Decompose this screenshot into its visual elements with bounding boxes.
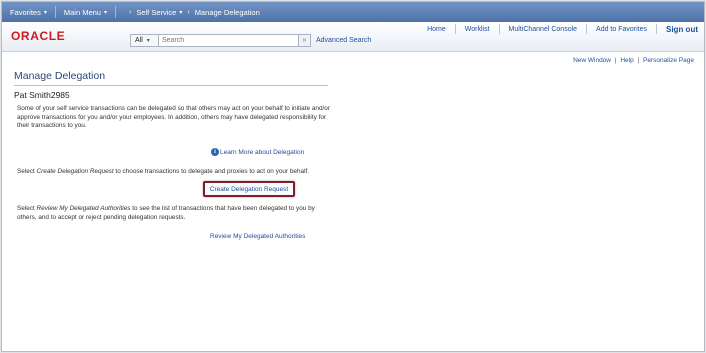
- create-instruction-pre: Select: [17, 168, 37, 175]
- main-menu-label: Main Menu: [63, 7, 101, 17]
- search-bar: All ▾ » Advanced Search: [130, 34, 371, 47]
- breadcrumb-arrow-icon: ›: [128, 8, 132, 16]
- create-instruction-text: Select Create Delegation Request to choo…: [17, 168, 335, 177]
- create-delegation-request-highlight[interactable]: Create Delegation Request: [203, 181, 295, 197]
- review-instruction-text: Select Review My Delegated Authorities t…: [17, 205, 335, 222]
- top-nav-bar: Favorites ▾ Main Menu ▾ › Self Service ▾…: [2, 2, 704, 22]
- search-go-button[interactable]: »: [299, 34, 311, 47]
- oracle-logo: ORACLE: [11, 29, 66, 43]
- link-separator: |: [637, 57, 640, 64]
- user-name: Pat Smith2985: [14, 90, 70, 100]
- advanced-search-link[interactable]: Advanced Search: [316, 37, 371, 44]
- breadcrumb: › Self Service ▾ › Manage Delegation: [116, 2, 268, 22]
- sign-out-link[interactable]: Sign out: [657, 25, 698, 34]
- breadcrumb-self-service[interactable]: Self Service: [136, 8, 176, 17]
- main-menu[interactable]: Main Menu ▾: [56, 2, 115, 22]
- learn-more-label: Learn More about Delegation: [220, 148, 305, 156]
- help-link[interactable]: Help: [620, 57, 633, 64]
- browser-frame: Favorites ▾ Main Menu ▾ › Self Service ▾…: [1, 1, 705, 352]
- chevron-down-icon: ▾: [146, 38, 150, 44]
- chevron-down-icon[interactable]: ▾: [179, 9, 182, 16]
- app-header: ORACLE All ▾ » Advanced Search Home Work…: [2, 22, 704, 52]
- create-instruction-post: to choose transactions to delegate and p…: [113, 168, 310, 175]
- intro-text: Some of your self service transactions c…: [17, 105, 330, 130]
- search-scope-value: All: [135, 37, 143, 44]
- title-divider: [14, 85, 328, 86]
- review-instruction-em: Review My Delegated Authorities: [36, 205, 131, 212]
- create-instruction-em: Create Delegation Request: [36, 168, 114, 175]
- add-to-favorites-link[interactable]: Add to Favorites: [587, 26, 656, 33]
- page-utility-links: New Window | Help | Personalize Page: [573, 57, 694, 64]
- review-instruction-pre: Select: [17, 205, 37, 212]
- search-scope-select[interactable]: All ▾: [130, 34, 159, 47]
- review-delegated-authorities-link[interactable]: Review My Delegated Authorities: [210, 233, 305, 240]
- create-delegation-request-link[interactable]: Create Delegation Request: [210, 186, 288, 193]
- favorites-menu[interactable]: Favorites ▾: [2, 2, 55, 22]
- info-icon: i: [211, 148, 219, 156]
- link-separator: |: [614, 57, 617, 64]
- chevron-down-icon: ▾: [103, 9, 107, 16]
- learn-more-link[interactable]: i Learn More about Delegation: [211, 148, 304, 156]
- favorites-label: Favorites: [10, 7, 41, 17]
- multichannel-console-link[interactable]: MultiChannel Console: [500, 26, 586, 33]
- breadcrumb-arrow-icon: ›: [187, 8, 190, 16]
- page-title: Manage Delegation: [14, 70, 106, 82]
- header-links: Home Worklist MultiChannel Console Add t…: [418, 24, 698, 34]
- new-window-link[interactable]: New Window: [573, 57, 611, 64]
- breadcrumb-current: Manage Delegation: [194, 7, 260, 17]
- chevron-down-icon: ▾: [43, 9, 47, 16]
- search-input[interactable]: [159, 34, 299, 47]
- personalize-page-link[interactable]: Personalize Page: [643, 57, 694, 64]
- worklist-link[interactable]: Worklist: [456, 26, 499, 33]
- home-link[interactable]: Home: [418, 26, 455, 33]
